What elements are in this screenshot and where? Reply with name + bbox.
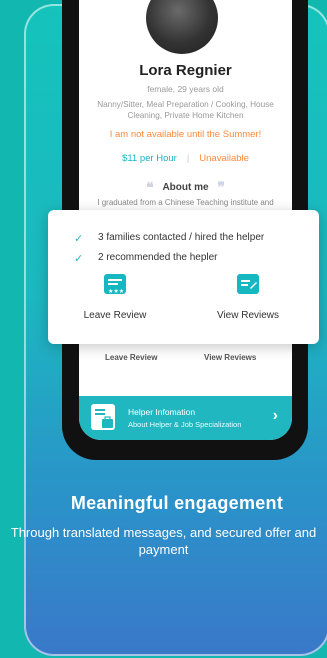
- chevron-right-icon: ›: [272, 407, 278, 424]
- popup-item-label: 2 recommended the hepler: [98, 252, 218, 263]
- reviews-popup: ✓ 3 families contacted / hired the helpe…: [48, 210, 319, 344]
- marketing-headline: Meaningful engagement: [70, 493, 284, 513]
- view-reviews-button[interactable]: View Reviews: [193, 274, 303, 321]
- view-reviews-link-behind[interactable]: View Reviews: [204, 353, 256, 362]
- profile-services: Nanny/Sitter, Meal Preparation / Cooking…: [97, 100, 274, 120]
- leave-review-link-behind[interactable]: Leave Review: [105, 353, 157, 362]
- check-icon: ✓: [74, 253, 84, 265]
- open-quote-icon: ❝: [146, 179, 154, 195]
- helper-info-subtitle: About Helper & Job Specialization: [128, 420, 242, 429]
- check-icon: ✓: [74, 233, 84, 245]
- helper-info-title: Helper Infomation: [128, 407, 196, 417]
- leave-review-label: Leave Review: [83, 310, 147, 321]
- price-text: $11 per Hour: [122, 153, 177, 164]
- profile-name: Lora Regnier: [139, 62, 232, 79]
- divider: |: [186, 153, 190, 164]
- close-quote-icon: ❞: [217, 179, 225, 195]
- svg-text:★★★: ★★★: [108, 288, 124, 294]
- popup-item-label: 3 families contacted / hired the helper: [98, 232, 265, 243]
- chat-star-icon: ★★★: [104, 274, 126, 295]
- availability-text: I am not available until the Summer!: [109, 129, 262, 140]
- profile-meta: female, 29 years old: [147, 84, 224, 94]
- status-text: Unavailable: [199, 153, 249, 164]
- document-briefcase-icon: [91, 404, 115, 430]
- edit-note-icon: [237, 274, 259, 294]
- price-row: $11 per Hour | Unavailable: [79, 153, 292, 164]
- leave-review-button[interactable]: ★★★ Leave Review: [60, 274, 170, 321]
- about-title-label: About me: [162, 182, 209, 194]
- about-title: ❝ About me ❞: [79, 179, 292, 196]
- view-reviews-label: View Reviews: [216, 310, 280, 321]
- helper-info-bar[interactable]: Helper Infomation About Helper & Job Spe…: [79, 396, 292, 440]
- marketing-subline: Through translated messages, and secured…: [10, 525, 317, 557]
- about-text: I graduated from a Chinese Teaching inst…: [97, 198, 274, 207]
